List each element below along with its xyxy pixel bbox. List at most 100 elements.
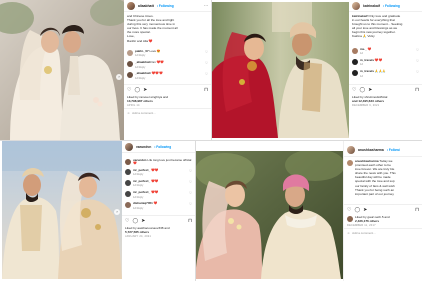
heart-icon[interactable]: ♡ [125,218,129,224]
heart-icon[interactable]: ♡ [347,207,351,213]
caption: and Chinese times. Thank you for all the… [127,14,178,43]
avatar[interactable] [125,202,131,209]
heart-icon[interactable]: ♡ [205,61,208,65]
post-4: anushkasharma • Followi anushkasharma To… [195,141,422,281]
bookmark-icon[interactable]: ⊓ [188,218,192,224]
following-status[interactable]: • Following [154,145,171,149]
comment: mr_perfect_ ❤️❤️ 1d Reply ♡ [122,190,195,201]
heart-icon[interactable]: ♡ [416,70,419,74]
avatar[interactable] [125,158,131,165]
comment: m_travels ❤️❤️ 1d ♡ [349,58,422,69]
avatar[interactable] [352,70,358,77]
add-comment-field[interactable]: ☺ Add a comment... [124,107,211,117]
heart-icon[interactable]: ♡ [189,202,192,206]
smile-icon[interactable]: ☺ [127,111,130,115]
username[interactable]: varundvn [136,145,151,149]
heart-icon[interactable]: ♡ [205,50,208,54]
wedding-photo-2 [212,2,349,138]
post-header: katrinakaif • Following [349,0,422,12]
avatar[interactable] [347,145,355,154]
avatar[interactable] [125,191,131,198]
comment-icon[interactable]: ◯ [132,218,138,224]
avatar[interactable] [127,72,133,79]
avatar[interactable] [127,50,133,57]
action-bar: ♡ ◯ ➤ ⊓ [124,83,211,95]
comment: mr_perfect_ ❤️❤️ 1d Reply ♡ [122,168,195,179]
action-bar: ♡ ◯ ➤ ⊓ [349,83,422,95]
comment: _aliaabhatt ❤️❤️❤️ 1d Reply ♡ [124,71,211,82]
post-1: › aliaabhatt • Following ··· and Chinese… [0,0,211,140]
avatar[interactable] [125,180,131,187]
divider [0,140,422,141]
share-icon[interactable]: ➤ [143,87,147,93]
bookmark-icon[interactable]: ⊓ [415,87,419,93]
post-date: JANUARY 24, 2021 [125,234,152,238]
share-icon[interactable]: ➤ [368,87,372,93]
caption: katrinakaif Only love and gratitude in o… [352,14,403,39]
post-3-photo[interactable]: › [2,141,122,279]
comment-icon[interactable]: ◯ [354,207,360,213]
avatar[interactable] [347,160,353,166]
more-dots-icon[interactable]: ··· [204,3,208,8]
wedding-photo-1 [0,0,124,140]
comment-icon[interactable]: ◯ [359,87,365,93]
heart-icon[interactable]: ♡ [189,180,192,184]
caption: anushkasharma Today we promised each oth… [344,157,422,198]
comment: varundvn Life long love just became offi… [122,157,195,168]
following-status[interactable]: • Followi [387,148,400,152]
avatar[interactable] [125,142,133,151]
comment-icon[interactable]: ◯ [134,87,140,93]
smile-icon[interactable]: ☺ [347,231,350,235]
post-3-sidebar: varundvn • Following varundvn Life long … [122,141,195,281]
username[interactable]: aliaabhatt [138,4,154,8]
bookmark-icon[interactable]: ⊓ [204,87,208,93]
avatar[interactable] [127,1,135,10]
following-status[interactable]: • Following [383,4,400,8]
username[interactable]: katrinakaif [363,4,380,8]
next-photo-button[interactable]: › [116,74,122,80]
heart-icon[interactable]: ♡ [352,87,356,93]
post-header: varundvn • Following [122,141,195,153]
following-status[interactable]: • Following [157,4,174,8]
comment: pakhi._07 Love 😍 1d Reply ♡ [124,49,211,60]
likes-count[interactable]: Liked by aasthacoonaov338 and 5,727,565 o… [122,226,195,234]
likes-count[interactable]: Liked by ranveer.singhtya and 13,798,987 … [124,95,211,103]
bookmark-icon[interactable]: ⊓ [415,207,419,213]
avatar[interactable] [352,48,358,55]
post-2: katrinakaif • Following katrinakaif Only… [211,0,422,140]
post-date: DECEMBER 9, 2021 [352,103,380,107]
wedding-photo-3 [2,141,122,279]
post-header: aliaabhatt • Following ··· [124,0,211,12]
heart-icon[interactable]: ♡ [189,191,192,195]
add-comment-field[interactable]: ☺ Add a comment... [344,227,422,237]
action-bar: ♡ ◯ ➤ ⊓ [122,214,195,226]
heart-icon[interactable]: ♡ [205,72,208,76]
comment: _aliaabhatt fan ❤️❤️ 1d Reply ♡ [124,60,211,71]
share-icon[interactable]: ➤ [141,218,145,224]
post-2-photo[interactable] [212,2,349,138]
avatar[interactable] [347,215,353,222]
heart-icon[interactable]: ♡ [127,87,131,93]
avatar[interactable] [352,59,358,66]
share-icon[interactable]: ➤ [363,207,367,213]
comment: ms._ ❤️ 1d ♡ [349,47,422,58]
likes-count[interactable]: Liked by gauri.seth.5 and 2,436,176 other… [344,215,422,223]
avatar[interactable] [352,1,360,10]
comment: dishamiq7351 ❤️ 1d Reply ♡ [122,201,195,212]
next-photo-button[interactable]: › [114,209,120,215]
comment: mr_perfect_ ❤️❤️ 1d Reply ♡ [122,179,195,190]
divider [211,0,212,140]
comment: m_travels 🙏🙏🙏 1d ♡ [349,69,422,80]
post-1-photo[interactable]: › [0,0,124,140]
divider [195,141,196,281]
username[interactable]: anushkasharma [358,148,384,152]
post-header: anushkasharma • Followi [344,143,422,157]
heart-icon[interactable]: ♡ [416,48,419,52]
heart-icon[interactable]: ♡ [416,59,419,63]
post-3: › varundvn • Following varundvn Life lon… [0,141,195,281]
avatar[interactable] [125,169,131,176]
post-4-photo[interactable] [195,151,343,279]
likes-count[interactable]: Liked by shrutimodiofficial and 12,495,63… [349,95,422,103]
heart-icon[interactable]: ♡ [189,169,192,173]
avatar[interactable] [127,61,133,68]
